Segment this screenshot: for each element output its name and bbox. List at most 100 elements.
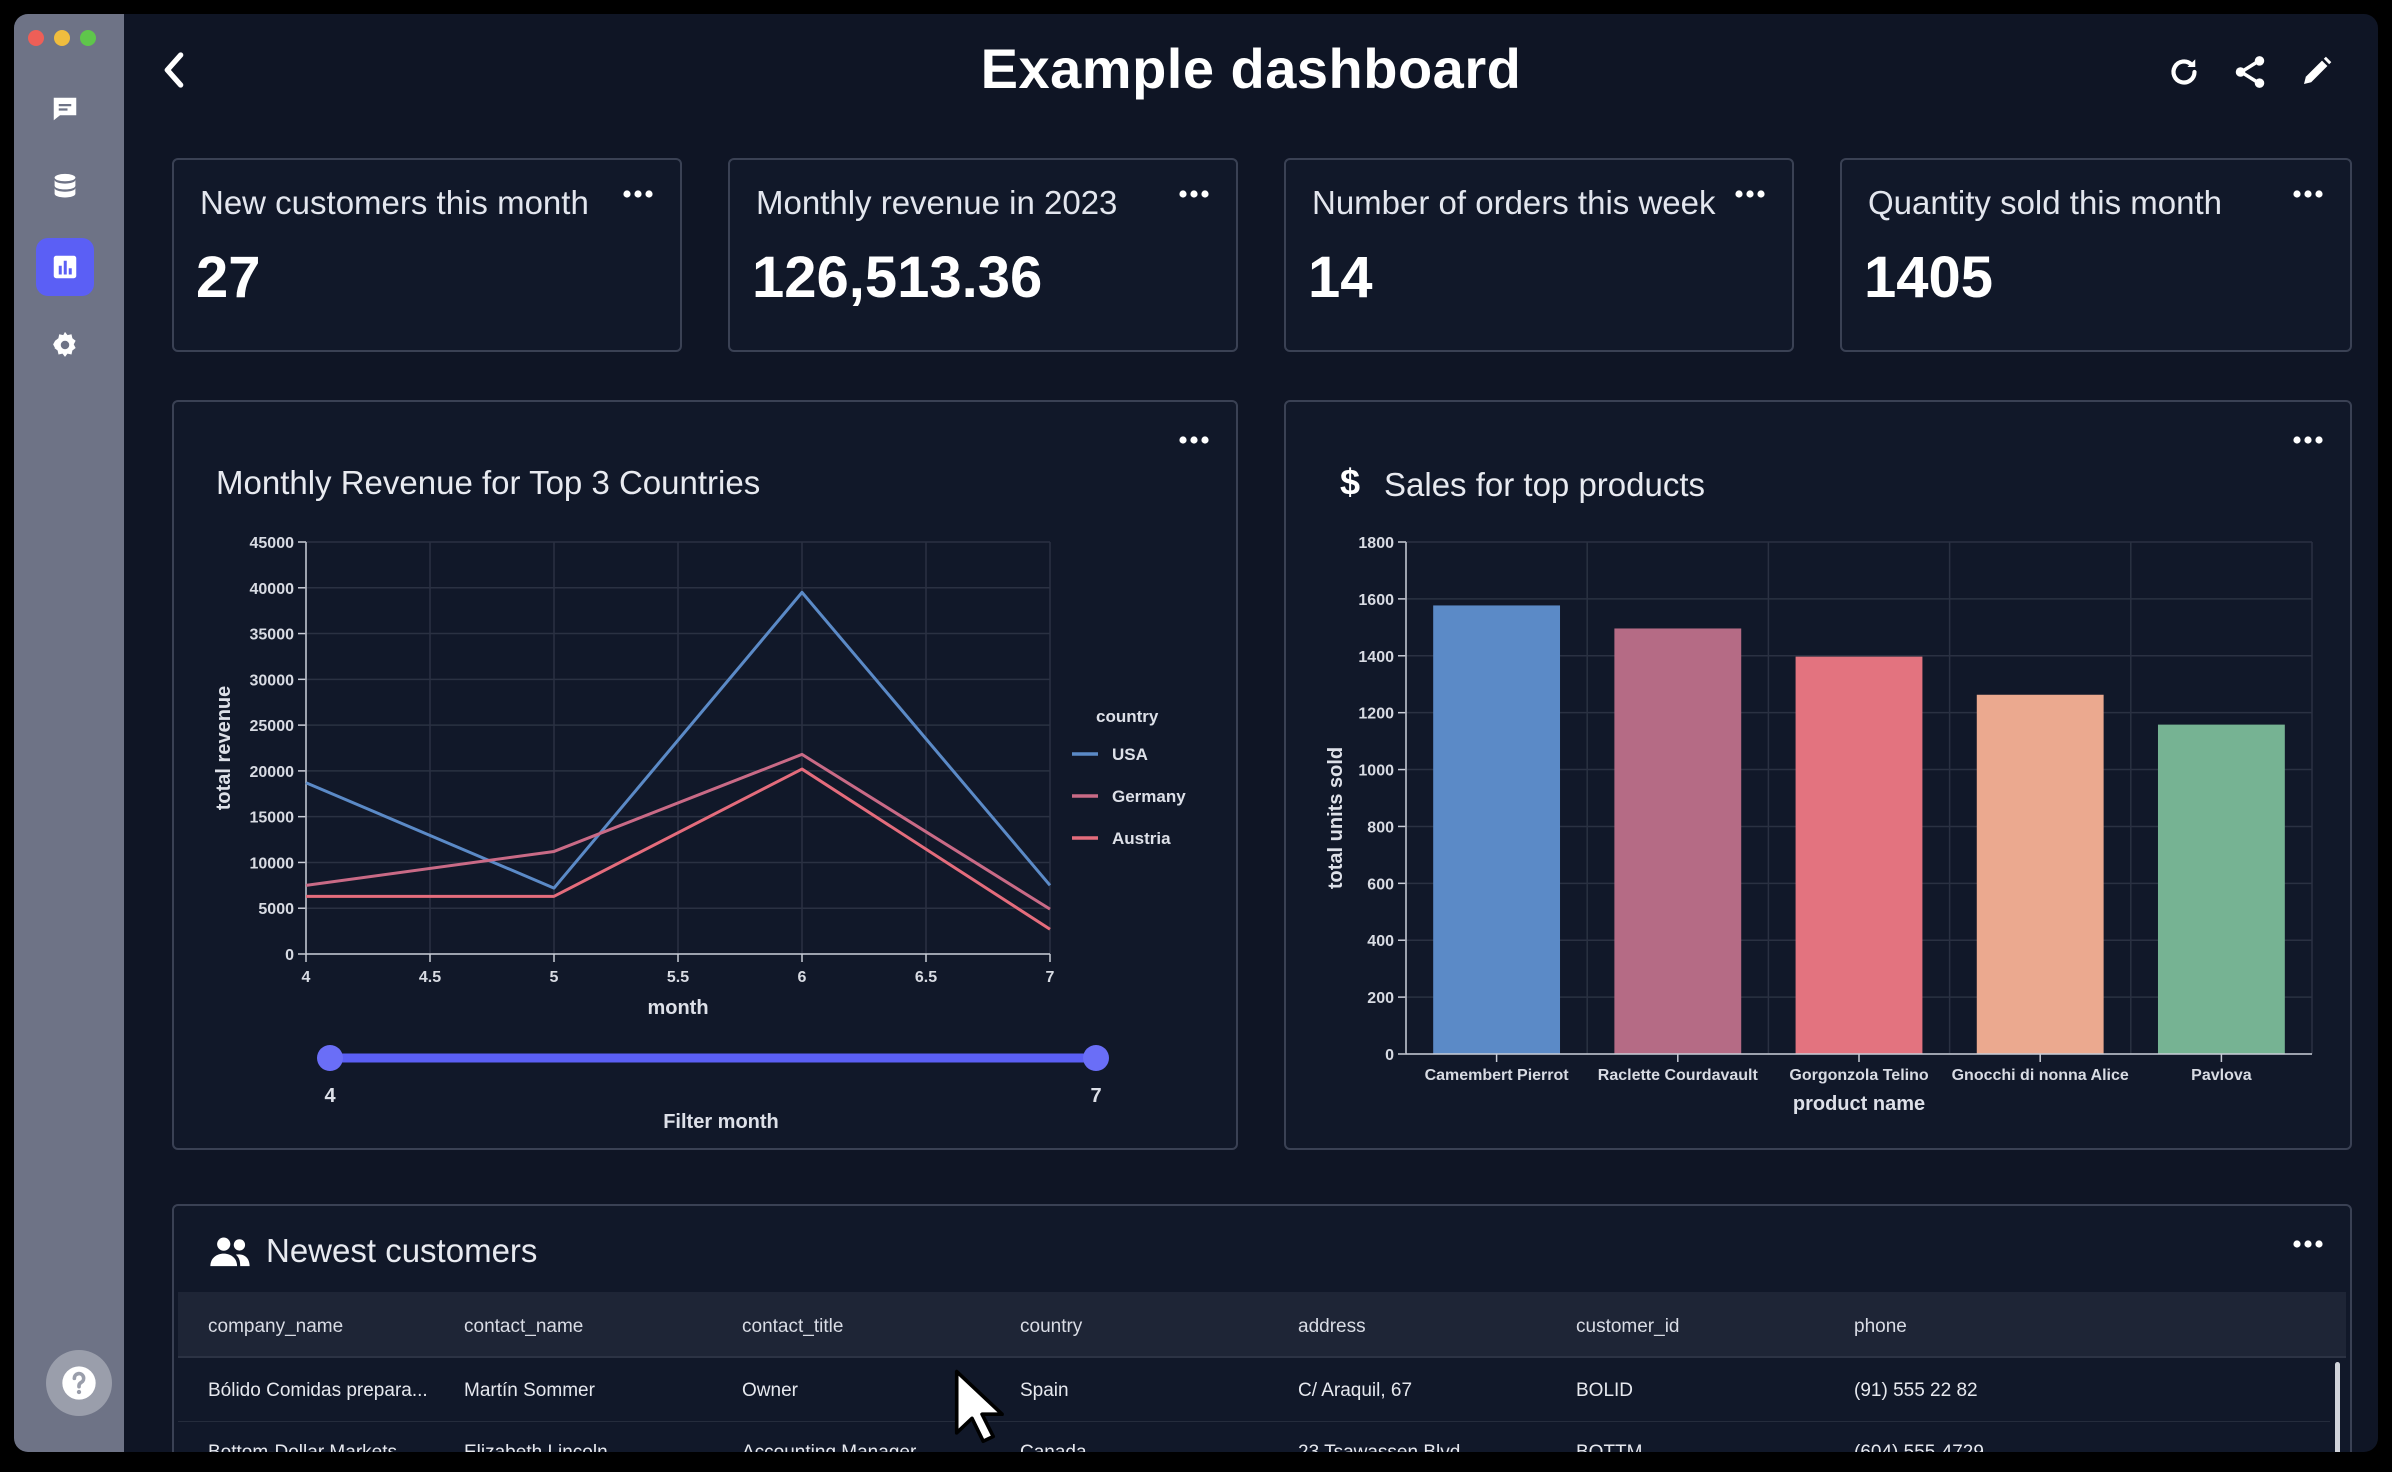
y-tick-label: 5000 [258,901,294,918]
table-cell: Martín Sommer [464,1380,595,1401]
stat-card-orders-week: Number of orders this week 14 [1284,158,1794,352]
card-menu-button[interactable] [618,182,658,206]
column-header[interactable]: customer_id [1576,1316,1680,1338]
more-icon [1735,190,1765,198]
legend-label: Germany [1112,787,1186,806]
card-menu-button[interactable] [2288,182,2328,206]
stat-card-new-customers: New customers this month 27 [172,158,682,352]
bar [2157,724,2285,1054]
x-tick-label: Camembert Pierrot [1425,1067,1570,1084]
edit-icon [2304,56,2332,84]
legend-label: USA [1112,745,1148,764]
table-cell: C/ Araquil, 67 [1298,1380,1413,1401]
minimize-window-button[interactable] [54,30,70,46]
slider-max-label: 7 [1090,1085,1101,1107]
refresh-button[interactable] [2162,50,2206,94]
column-header[interactable]: phone [1854,1316,1907,1338]
table-cell: (604) 555-4729 [1854,1442,1984,1452]
more-icon [2293,1240,2323,1248]
table-scrollbar[interactable] [2335,1362,2340,1452]
y-tick-label: 1000 [1358,763,1394,780]
table-cell: Bottom-Dollar Markets [208,1442,397,1452]
page-title: Example dashboard [980,37,1522,100]
stat-value: 126,513.36 [752,245,1043,310]
table-cell: Bólido Comidas prepara... [208,1380,428,1401]
card-menu-button[interactable] [1174,182,1214,206]
stat-value: 14 [1308,245,1373,310]
table-cell: Elizabeth Lincoln [464,1442,608,1452]
slider-min-label: 4 [324,1085,336,1107]
table-cell: Owner [742,1380,798,1401]
chart-icon [53,255,77,279]
x-axis-title: product name [1793,1093,1925,1115]
x-tick-label: 6 [798,969,807,986]
table-cell: BOLID [1576,1380,1634,1401]
y-tick-label: 1200 [1358,706,1394,723]
sidebar-item-dashboards[interactable] [36,238,94,296]
line-chart: 0 5000 10000 15000 20000 25000 30000 35000 40000… [213,535,1186,1133]
column-header[interactable]: country [1020,1316,1082,1338]
card-menu-button[interactable] [1730,182,1770,206]
x-axis-title: month [647,997,708,1019]
sidebar-item-database[interactable] [36,159,94,217]
top-bar: Example dashboard [124,14,2378,124]
edit-button[interactable] [2294,50,2338,94]
panel-menu-button[interactable] [2288,1232,2328,1256]
line-chart-panel: Monthly Revenue for Top 3 Countries 0 500… [172,400,1238,1150]
maximize-window-button[interactable] [80,30,96,46]
x-tick-label: 7 [1046,969,1055,986]
close-window-button[interactable] [28,30,44,46]
y-axis-title: total units sold [1325,747,1347,889]
bar [1433,605,1561,1054]
stat-label: Quantity sold this month [1868,184,2223,221]
x-tick-label: Gnocchi di nonna Alice [1952,1067,2129,1084]
users-icon [210,1237,250,1267]
bar [1795,656,1923,1054]
bar-chart-panel: $ Sales for top products 0 200 400 600 800 10… [1284,400,2352,1150]
x-tick-label: Pavlova [2191,1067,2252,1084]
table-cell: Canada [1020,1442,1087,1452]
main-area: Example dashboard New customers this mon… [124,14,2378,1452]
app-window: Example dashboard New customers this mon… [14,14,2378,1452]
chat-icon [53,97,77,121]
stat-card-quantity-sold: Quantity sold this month 1405 [1840,158,2352,352]
customers-panel: Newest customers company_name contact_na… [172,1204,2352,1452]
y-tick-label: 600 [1367,876,1394,893]
slider-label: Filter month [663,1111,779,1133]
sidebar-item-chat[interactable] [36,80,94,138]
panel-title: Newest customers [266,1232,538,1269]
x-tick-label: Raclette Courdavault [1598,1067,1759,1084]
sidebar-item-settings[interactable] [36,316,94,374]
y-tick-label: 45000 [250,535,295,552]
y-tick-label: 0 [1385,1047,1394,1064]
table-cell: (91) 555 22 82 [1854,1380,1978,1401]
table-cell: BOTTM [1576,1442,1643,1452]
refresh-icon [2171,59,2197,85]
column-header[interactable]: contact_title [742,1316,843,1338]
stat-value: 27 [196,245,261,310]
help-icon [62,1366,96,1400]
sidebar [14,14,124,1452]
bar [1614,628,1742,1054]
legend-label: Austria [1112,829,1171,848]
table-row[interactable]: Bottom-Dollar Markets Elizabeth Lincoln … [178,1422,2330,1452]
more-icon [2293,190,2323,198]
table-row[interactable]: Bólido Comidas prepara... Martín Sommer … [178,1360,2330,1422]
mouse-cursor-icon [954,1369,1004,1444]
share-button[interactable] [2228,50,2272,94]
slider-handle-max[interactable] [1083,1045,1109,1071]
database-icon [54,173,76,198]
y-tick-label: 0 [285,947,294,964]
column-header[interactable]: company_name [208,1316,343,1338]
column-header[interactable]: address [1298,1316,1366,1338]
x-tick-label: 4 [302,969,311,986]
help-button[interactable] [46,1350,112,1416]
slider-handle-min[interactable] [317,1045,343,1071]
more-icon [1179,190,1209,198]
column-header[interactable]: contact_name [464,1316,583,1338]
table-cell: 23 Tsawassen Blvd. [1298,1442,1466,1452]
bar [1976,694,2104,1054]
stat-label: New customers this month [200,184,589,221]
x-tick-label: Gorgonzola Telino [1789,1067,1928,1084]
stat-value: 1405 [1864,245,1994,310]
